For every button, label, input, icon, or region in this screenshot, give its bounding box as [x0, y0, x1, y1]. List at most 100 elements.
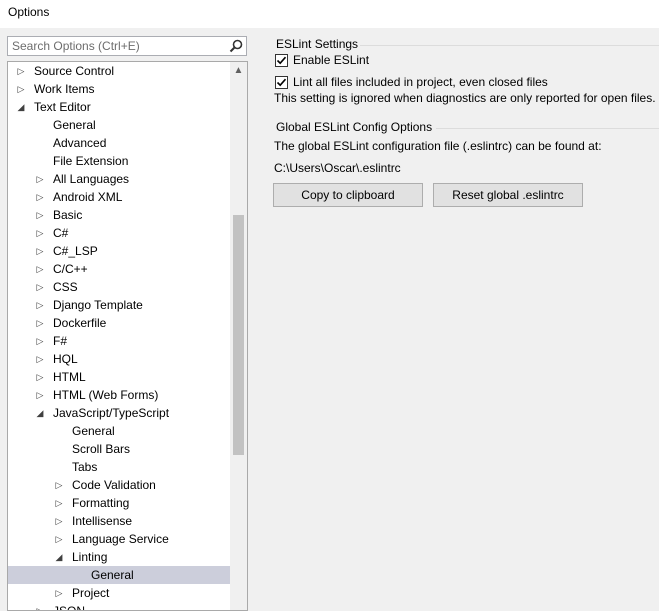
tree-item-label: C# — [53, 226, 69, 240]
tree-item-label: HTML (Web Forms) — [53, 388, 159, 402]
collapsed-arrow-icon[interactable]: ▷ — [35, 206, 45, 224]
tree-item-label: Dockerfile — [53, 316, 107, 330]
tree-item[interactable]: ▷ HTML — [8, 368, 230, 386]
check-icon — [276, 56, 287, 65]
tree-item[interactable]: ▷ C# — [8, 224, 230, 242]
eslint-settings-heading: ESLint Settings — [276, 37, 359, 51]
options-tree[interactable]: ▷ Source Control ▷ Work Items ◢ Text Editor Ge… — [7, 61, 248, 611]
tree-item[interactable]: Scroll Bars — [8, 440, 230, 458]
collapsed-arrow-icon[interactable]: ▷ — [35, 368, 45, 386]
tree-item-label: General — [72, 424, 115, 438]
collapsed-arrow-icon[interactable]: ▷ — [16, 62, 26, 80]
tree-item[interactable]: ▷ Formatting — [8, 494, 230, 512]
tree-item[interactable]: ▷ Intellisense — [8, 512, 230, 530]
tree-item-label: General — [91, 568, 134, 582]
search-placeholder: Search Options (Ctrl+E) — [12, 39, 140, 53]
tree-item[interactable]: ▷ Language Service — [8, 530, 230, 548]
scroll-up-icon[interactable]: ▲ — [230, 62, 247, 79]
tree-item[interactable]: ◢ Linting — [8, 548, 230, 566]
tree-item[interactable]: ▷ Django Template — [8, 296, 230, 314]
tree-item-label: Code Validation — [72, 478, 156, 492]
tree-item-label: Language Service — [72, 532, 169, 546]
collapsed-arrow-icon[interactable]: ▷ — [35, 260, 45, 278]
collapsed-arrow-icon[interactable]: ▷ — [54, 494, 64, 512]
collapsed-arrow-icon[interactable]: ▷ — [35, 224, 45, 242]
settings-panel: ESLint Settings Enable ESLint Lint all f… — [268, 28, 659, 609]
tree-item-label: General — [53, 118, 96, 132]
tree-item-label: Django Template — [53, 298, 143, 312]
tree-item[interactable]: ▷ Basic — [8, 206, 230, 224]
collapsed-arrow-icon[interactable]: ▷ — [35, 296, 45, 314]
tree-item[interactable]: ▷ All Languages — [8, 170, 230, 188]
title-bar: Options — [0, 0, 659, 28]
global-config-section: Global ESLint Config Options — [276, 120, 659, 134]
tree-item-label: Source Control — [34, 64, 115, 78]
eslintrc-path: C:\Users\Oscar\.eslintrc — [274, 161, 401, 175]
tree-item-label: JavaScript/TypeScript — [53, 406, 170, 420]
copy-to-clipboard-button[interactable]: Copy to clipboard — [273, 183, 423, 207]
collapsed-arrow-icon[interactable]: ▷ — [35, 314, 45, 332]
expanded-arrow-icon[interactable]: ◢ — [16, 98, 26, 116]
global-config-description: The global ESLint configuration file (.e… — [274, 139, 602, 153]
window-title: Options — [8, 5, 50, 19]
search-input[interactable]: Search Options (Ctrl+E) — [7, 36, 247, 56]
expanded-arrow-icon[interactable]: ◢ — [54, 548, 64, 566]
tree-scrollbar[interactable]: ▲ — [230, 62, 247, 610]
tree-item-label: JSON — [53, 604, 86, 611]
divider — [360, 45, 659, 46]
tree-item[interactable]: ▷ Android XML — [8, 188, 230, 206]
collapsed-arrow-icon[interactable]: ▷ — [54, 584, 64, 602]
expanded-arrow-icon[interactable]: ◢ — [35, 404, 45, 422]
tree-item-label: C/C++ — [53, 262, 88, 276]
collapsed-arrow-icon[interactable]: ▷ — [35, 602, 45, 610]
tree-item[interactable]: Advanced — [8, 134, 230, 152]
reset-global-eslintrc-button[interactable]: Reset global .eslintrc — [433, 183, 583, 207]
tree-item[interactable]: ▷ F# — [8, 332, 230, 350]
tree-item-label: Intellisense — [72, 514, 133, 528]
collapsed-arrow-icon[interactable]: ▷ — [16, 80, 26, 98]
tree-item[interactable]: ◢ Text Editor — [8, 98, 230, 116]
collapsed-arrow-icon[interactable]: ▷ — [35, 278, 45, 296]
tree-item[interactable]: ◢ JavaScript/TypeScript — [8, 404, 230, 422]
collapsed-arrow-icon[interactable]: ▷ — [54, 512, 64, 530]
collapsed-arrow-icon[interactable]: ▷ — [35, 386, 45, 404]
tree-item-label: C#_LSP — [53, 244, 98, 258]
search-icon[interactable] — [228, 38, 244, 54]
collapsed-arrow-icon[interactable]: ▷ — [35, 170, 45, 188]
collapsed-arrow-icon[interactable]: ▷ — [35, 242, 45, 260]
enable-eslint-label[interactable]: Enable ESLint — [293, 53, 369, 67]
tree-item[interactable]: General — [8, 422, 230, 440]
tree-item-label: Linting — [72, 550, 108, 564]
tree-item[interactable]: ▷ JSON — [8, 602, 230, 611]
enable-eslint-checkbox[interactable] — [275, 54, 288, 67]
tree-item-label: Scroll Bars — [72, 442, 131, 456]
tree-item[interactable]: Tabs — [8, 458, 230, 476]
tree-item[interactable]: General — [8, 116, 230, 134]
tree-item-label: HQL — [53, 352, 78, 366]
collapsed-arrow-icon[interactable]: ▷ — [35, 188, 45, 206]
collapsed-arrow-icon[interactable]: ▷ — [54, 476, 64, 494]
tree-item[interactable]: ▷ Code Validation — [8, 476, 230, 494]
scroll-thumb[interactable] — [233, 215, 244, 455]
tree-item[interactable]: ▷ Project — [8, 584, 230, 602]
tree-item[interactable]: ▷ CSS — [8, 278, 230, 296]
lint-all-files-label[interactable]: Lint all files included in project, even… — [293, 75, 548, 89]
tree-item[interactable]: File Extension — [8, 152, 230, 170]
tree-item[interactable]: ▷ C#_LSP — [8, 242, 230, 260]
divider — [436, 128, 659, 129]
tree-item-label: Android XML — [53, 190, 123, 204]
collapsed-arrow-icon[interactable]: ▷ — [35, 332, 45, 350]
tree-item-label: Work Items — [34, 82, 95, 96]
tree-item[interactable]: ▷ HTML (Web Forms) — [8, 386, 230, 404]
tree-item[interactable]: ▷ Dockerfile — [8, 314, 230, 332]
tree-item[interactable]: General — [8, 566, 230, 584]
tree-item[interactable]: ▷ HQL — [8, 350, 230, 368]
tree-item[interactable]: ▷ Work Items — [8, 80, 230, 98]
tree-item[interactable]: ▷ C/C++ — [8, 260, 230, 278]
lint-all-files-checkbox[interactable] — [275, 76, 288, 89]
collapsed-arrow-icon[interactable]: ▷ — [35, 350, 45, 368]
tree-item-label: Advanced — [53, 136, 107, 150]
eslint-settings-section: ESLint Settings — [276, 37, 659, 51]
collapsed-arrow-icon[interactable]: ▷ — [54, 530, 64, 548]
tree-item[interactable]: ▷ Source Control — [8, 62, 230, 80]
